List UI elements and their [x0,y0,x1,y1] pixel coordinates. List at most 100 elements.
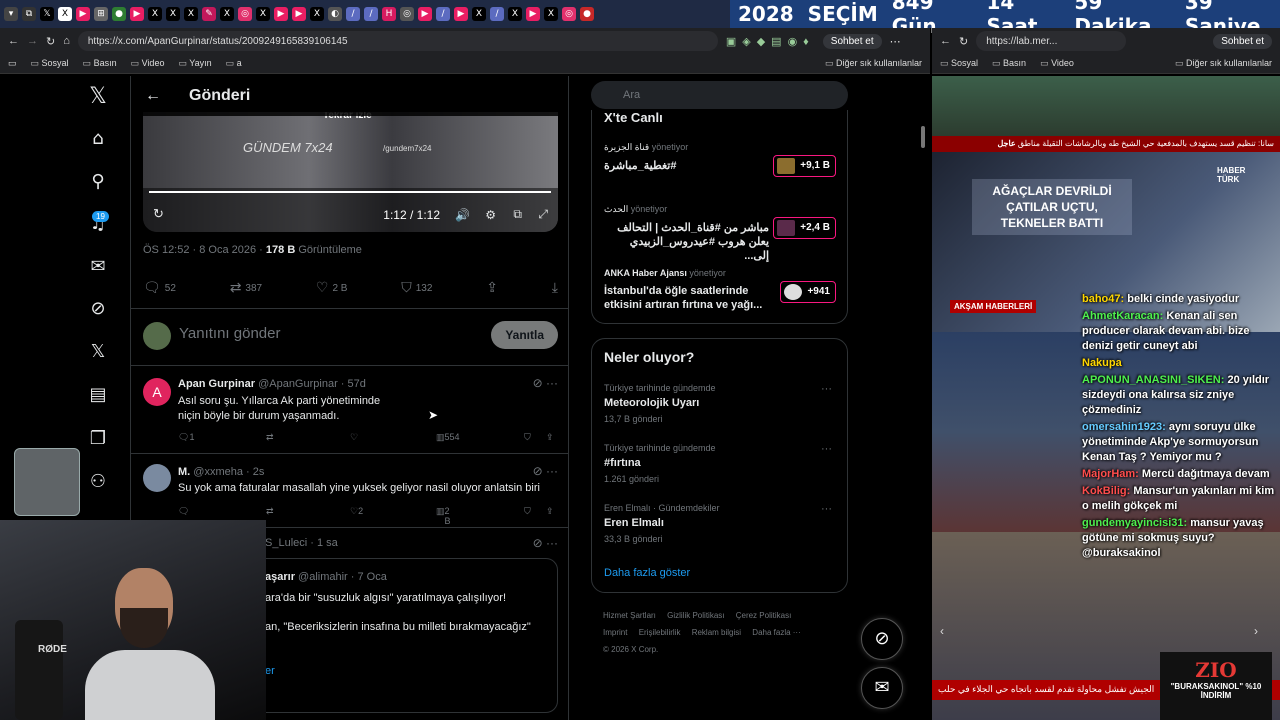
share-icon[interactable]: ⇪ [546,432,554,443]
more-options-icon[interactable]: ··· [821,443,832,455]
tab-youtube-icon[interactable]: ▶ [418,7,432,21]
tab-x-icon[interactable]: X [148,7,162,21]
tab-x-icon[interactable]: X [256,7,270,21]
pip-icon[interactable]: ⧉ [513,207,522,222]
footer-link[interactable]: Daha fazla ··· [752,628,800,637]
avatar[interactable]: A [143,378,171,406]
footer-link[interactable]: Çerez Politikası [736,611,792,620]
search-input[interactable]: Ara [591,81,848,109]
tab-site-icon[interactable]: / [346,7,360,21]
reply-button[interactable]: Yanıtla [491,321,558,349]
home-nav-icon[interactable]: ⌂ [63,35,70,47]
bookmark-folder[interactable]: Video [131,58,165,69]
next-arrow-icon[interactable]: › [1254,624,1258,638]
footer-link[interactable]: Erişilebilirlik [639,628,681,637]
live-item[interactable]: الحدث yönetiyor مباشر من #قناة_الحدث | ا… [604,204,836,262]
footer-link[interactable]: Hizmet Şartları [603,611,656,620]
trend-item[interactable]: Türkiye tarihinde gündemde Meteorolojik … [604,383,836,424]
reply-author[interactable]: Apan Gurpinar @ApanGurpinar · 57d [178,378,366,390]
tab-instagram-icon[interactable]: ◎ [238,7,252,21]
bookmark-folder[interactable]: Yayın [178,58,211,69]
sohbet-button[interactable]: Sohbet et [822,33,882,49]
footer-link[interactable]: Reklam bilgisi [692,628,741,637]
forward-nav-icon[interactable]: → [27,35,38,47]
reply-input[interactable]: Yanıtını gönder [179,325,280,342]
back-nav-icon[interactable]: ← [940,35,951,47]
messages-fab-icon[interactable]: ✉ [861,667,903,709]
trend-item[interactable]: Türkiye tarihinde gündemde #fırtına 1.26… [604,443,836,484]
sohbet-button[interactable]: Sohbet et [1213,33,1272,49]
bookmark-action[interactable]: ⛉ 132 [401,280,432,296]
live-listeners[interactable]: +941 [780,281,836,303]
settings-icon[interactable]: ⚙ [485,208,496,222]
post-timestamp[interactable]: ÖS 12:52 · 8 Oca 2026 · [143,244,266,256]
tab-site-icon[interactable]: / [490,7,504,21]
more-options-icon[interactable]: ⊘ ··· [533,464,558,478]
avatar[interactable] [143,322,171,350]
bookmark-folder[interactable]: Basın [992,58,1026,69]
footer-link[interactable]: Imprint [603,628,627,637]
avatar[interactable] [143,464,171,492]
bookmark-icon[interactable]: ⛉ [524,432,531,443]
messages-icon[interactable]: ✉ [76,256,120,286]
reply-author[interactable]: M. @xxmeha · 2s [178,466,264,478]
tab-site-icon[interactable]: ⊞ [94,7,108,21]
tab-youtube-icon[interactable]: ▶ [130,7,144,21]
repost-action[interactable]: ⇄ [266,432,274,443]
scrollbar-thumb[interactable] [921,126,925,148]
live-listeners[interactable]: +9,1 B [773,155,836,177]
reply-action[interactable]: 🗨 1 [178,432,194,443]
tab-youtube-icon[interactable]: ▶ [526,7,540,21]
tab-youtube-icon[interactable]: ▶ [454,7,468,21]
grok-fab-icon[interactable]: ⊘ [861,618,903,660]
bookmarks-toggle-icon[interactable]: ▭ [8,58,17,69]
prev-arrow-icon[interactable]: ‹ [940,624,944,638]
more-menu-icon[interactable]: ⋯ [890,35,901,48]
reply-post[interactable]: A Apan Gurpinar @ApanGurpinar · 57d ⊘ ··… [131,366,568,454]
bookmark-folder[interactable]: Sosyal [31,58,69,69]
bookmark-other-folder[interactable]: Diğer sık kullanılanlar [825,58,922,69]
bookmark-icon[interactable]: ⛉ [524,506,531,517]
tab-menu-icon[interactable]: ▾ [4,7,18,21]
tab-x-icon[interactable]: X [508,7,522,21]
x-logo-icon[interactable]: 𝕏 [76,84,120,114]
tab-youtube-icon[interactable]: ▶ [76,7,90,21]
tab-site-icon[interactable]: / [436,7,450,21]
tab-site-icon[interactable]: ◐ [328,7,342,21]
tab-x-icon[interactable]: 𝕏 [40,7,54,21]
trend-item[interactable]: Eren Elmalı · Gündemdekiler Eren Elmalı … [604,503,836,544]
right-url-field[interactable]: https://lab.mer... [976,31,1127,51]
bookmark-folder[interactable]: Video [1040,58,1074,69]
left-url-field[interactable]: https://x.com/ApanGurpinar/status/200924… [77,31,718,51]
scrollbar[interactable] [918,76,928,720]
tab-instagram-icon[interactable]: ◎ [562,7,576,21]
volume-icon[interactable]: 🔊 [455,208,470,222]
search-icon[interactable]: ⚲ [76,171,120,201]
like-action[interactable]: ♡ 2 B [316,280,348,296]
views-action[interactable]: ▥ 554 [436,432,460,443]
bookmark-other-folder[interactable]: Diğer sık kullanılanlar [1175,58,1272,69]
tab-x-icon[interactable]: X [184,7,198,21]
bookmark-folder[interactable]: Sosyal [940,58,978,69]
communities-icon[interactable]: ⚇ [76,471,120,501]
show-more-link[interactable]: Daha fazla göster [604,567,690,579]
tab-site-icon[interactable]: ✎ [202,7,216,21]
more-options-icon[interactable]: ⊘ ··· [533,536,558,550]
lists-icon[interactable]: ▤ [76,384,120,414]
reply-author[interactable]: S_Luleci · 1 sa [265,537,338,549]
fullscreen-icon[interactable]: ⤢ [538,207,548,222]
video-progress-bar[interactable] [149,191,551,193]
share-icon[interactable]: ⇪ [546,506,554,517]
tab-site-icon[interactable]: ◎ [400,7,414,21]
tab-youtube-icon[interactable]: ▶ [274,7,288,21]
live-listeners[interactable]: +2,4 B [773,217,836,239]
x-premium-icon[interactable]: 𝕏 [76,341,120,371]
repost-action[interactable]: ⇄ [266,506,274,517]
tab-x-icon[interactable]: X [310,7,324,21]
tab-x-icon[interactable]: X [472,7,486,21]
reply-action[interactable]: 🗨 [178,506,189,517]
share-action[interactable]: ⇪ [486,280,498,296]
repost-action[interactable]: ⇄ 387 [230,280,262,296]
like-action[interactable]: ♡ [350,432,358,443]
tab-x-icon[interactable]: X [166,7,180,21]
